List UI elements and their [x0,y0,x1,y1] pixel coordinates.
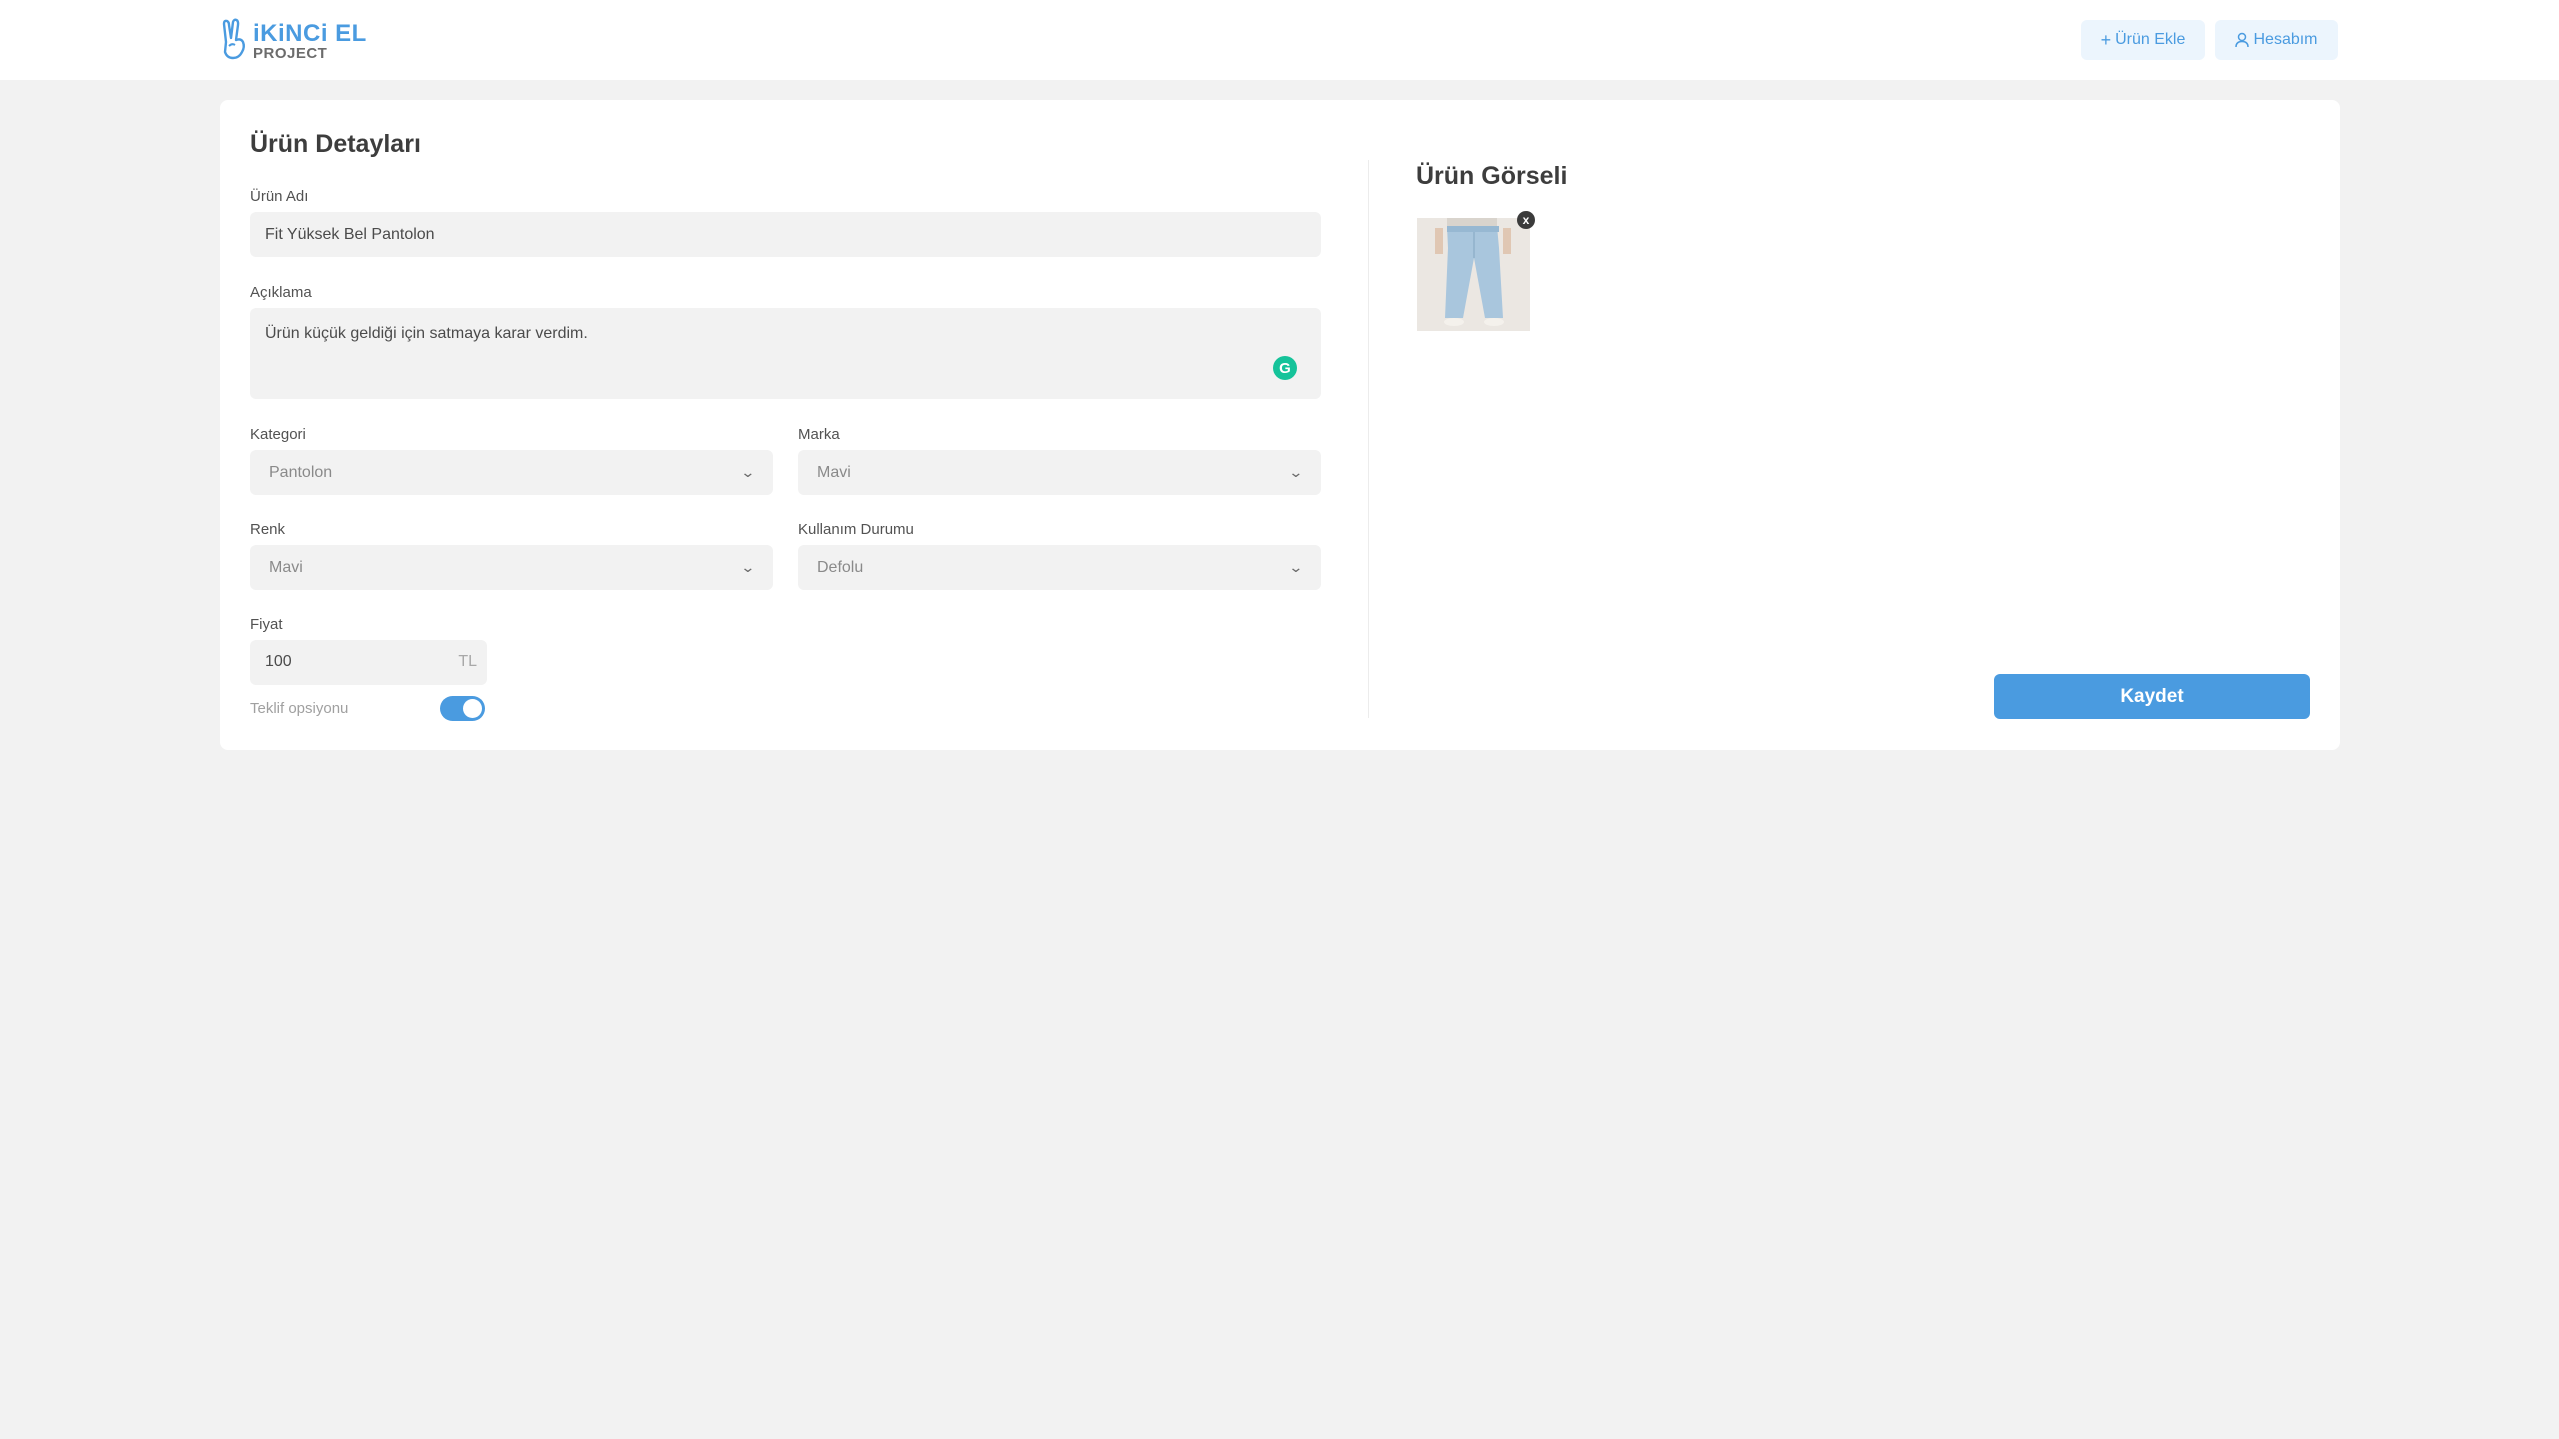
top-navbar: iKiNCi EL PROJECT + Ürün Ekle Hesabım [0,0,2559,80]
chevron-down-icon: ⌄ [1288,559,1304,575]
color-label: Renk [250,521,286,538]
account-button[interactable]: Hesabım [2215,20,2338,60]
product-name-input[interactable] [250,212,1321,257]
condition-select[interactable]: Defolu ⌄ [798,545,1321,590]
logo-subtitle: PROJECT [253,45,328,62]
category-select[interactable]: Pantolon ⌄ [250,450,773,495]
jeans-photo-icon [1417,218,1530,331]
remove-image-button[interactable]: x [1517,211,1535,229]
logo-title: iKiNCi EL [253,20,367,47]
save-button[interactable]: Kaydet [1994,674,2310,719]
color-value: Mavi [269,558,303,576]
price-input[interactable] [265,653,415,671]
account-label: Hesabım [2253,31,2318,48]
product-name-label: Ürün Adı [250,188,309,205]
form-title: Ürün Detayları [250,130,421,158]
offer-option-toggle[interactable] [440,696,485,721]
chevron-down-icon: ⌄ [740,464,756,480]
description-label: Açıklama [250,284,312,301]
grammarly-icon[interactable]: G [1273,356,1297,380]
column-divider [1368,160,1369,718]
color-select[interactable]: Mavi ⌄ [250,545,773,590]
brand-select[interactable]: Mavi ⌄ [798,450,1321,495]
toggle-knob [463,699,482,718]
chevron-down-icon: ⌄ [740,559,756,575]
condition-value: Defolu [817,558,864,576]
peace-hand-icon [222,18,245,60]
chevron-down-icon: ⌄ [1288,464,1304,480]
price-label: Fiyat [250,616,283,633]
description-textarea[interactable]: Ürün küçük geldiği için satmaya karar ve… [250,308,1321,399]
category-value: Pantolon [269,463,333,481]
product-form-card: Ürün Detayları Ürün Adı Açıklama Ürün kü… [220,100,2340,750]
brand-value: Mavi [817,463,851,481]
brand-label: Marka [798,426,840,443]
condition-label: Kullanım Durumu [798,521,914,538]
image-panel-title: Ürün Görseli [1416,162,1568,190]
add-product-label: Ürün Ekle [2115,31,2186,48]
category-label: Kategori [250,426,306,443]
offer-option-label: Teklif opsiyonu [250,700,349,717]
product-image-thumbnail[interactable] [1417,218,1530,331]
logo[interactable]: iKiNCi EL PROJECT [220,18,370,62]
price-field[interactable]: TL [250,640,487,685]
price-unit: TL [458,653,477,670]
user-icon [2235,32,2250,48]
add-product-button[interactable]: + Ürün Ekle [2081,20,2205,60]
plus-icon: + [2100,30,2112,50]
